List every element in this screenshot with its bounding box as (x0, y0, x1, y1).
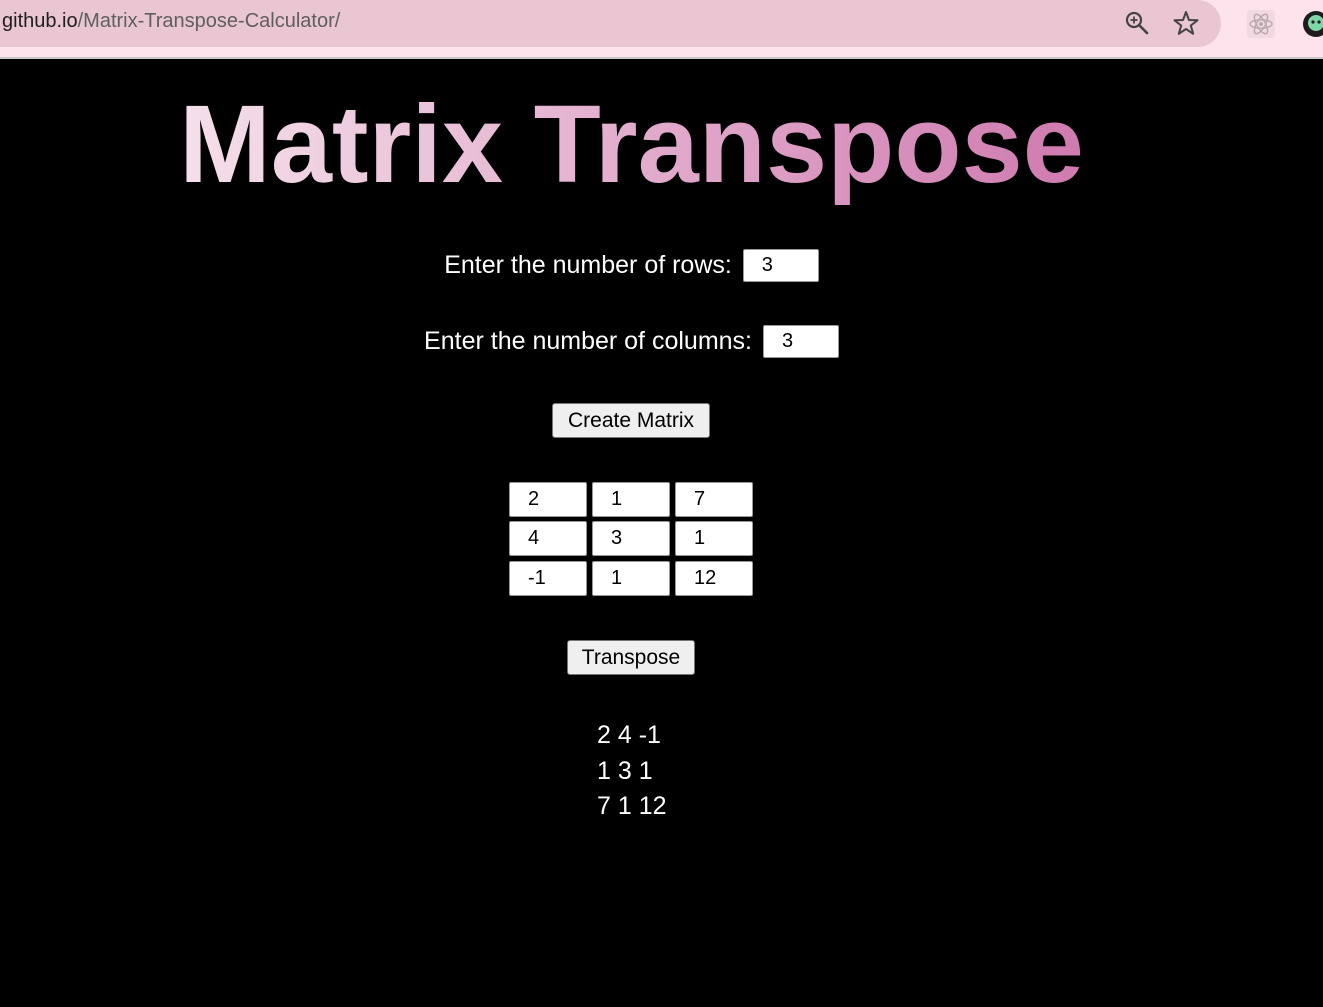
columns-label: Enter the number of columns: (424, 327, 752, 355)
zoom-icon[interactable] (1124, 10, 1150, 36)
address-bar[interactable]: github.io/Matrix-Transpose-Calculator/ (0, 0, 1221, 47)
columns-field-group: Enter the number of columns: (0, 325, 1263, 358)
transpose-button[interactable]: Transpose (567, 640, 695, 675)
create-matrix-button[interactable]: Create Matrix (552, 403, 710, 438)
browser-toolbar: github.io/Matrix-Transpose-Calculator/ (0, 0, 1323, 59)
url-host: github.io (2, 10, 78, 32)
matrix-cell-2-2[interactable] (675, 561, 753, 596)
matrix-cell-0-2[interactable] (675, 482, 753, 517)
columns-input[interactable] (762, 325, 839, 358)
matrix-cell-2-1[interactable] (592, 561, 670, 596)
result-row: 2 4 -1 (597, 721, 661, 749)
react-devtools-icon[interactable] (1246, 9, 1276, 39)
url-path: /Matrix-Transpose-Calculator/ (77, 10, 341, 32)
rows-field-group: Enter the number of rows: (0, 249, 1263, 282)
matrix-cell-1-2[interactable] (675, 521, 753, 556)
result-row: 1 3 1 (597, 756, 653, 785)
matrix-cell-2-0[interactable] (509, 561, 587, 596)
bookmark-star-icon[interactable] (1172, 9, 1200, 37)
matrix-cell-0-1[interactable] (592, 482, 670, 517)
rows-input[interactable] (742, 249, 819, 282)
page-title: Matrix Transpose (0, 80, 1263, 210)
transpose-result: 2 4 -1 1 3 1 7 1 12 (597, 718, 667, 825)
matrix-cell-1-0[interactable] (509, 521, 587, 556)
rows-label: Enter the number of rows: (444, 251, 732, 279)
matrix-cell-0-0[interactable] (509, 482, 587, 517)
result-row: 7 1 12 (597, 792, 667, 820)
matrix-cell-1-1[interactable] (592, 521, 670, 556)
url-text[interactable]: github.io/Matrix-Transpose-Calculator/ (2, 10, 340, 33)
profile-avatar-icon[interactable] (1301, 9, 1323, 39)
